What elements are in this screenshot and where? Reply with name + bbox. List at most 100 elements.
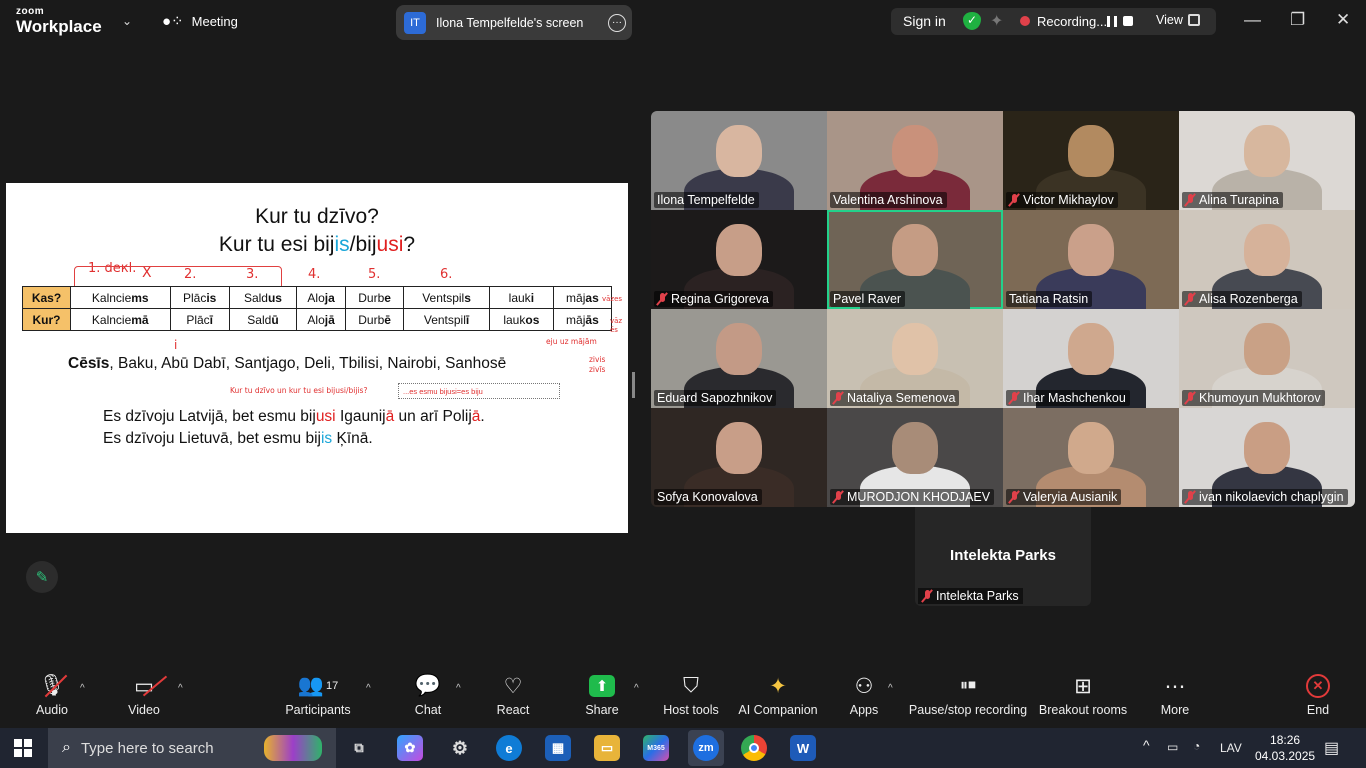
more-button[interactable]: ⋯ More [1156, 669, 1194, 728]
ai-sparkle-icon[interactable]: ✦ [990, 11, 1003, 31]
mic-muted-icon [1185, 490, 1195, 504]
participant-tile[interactable]: Intelekta Parks Intelekta Parks [915, 507, 1091, 606]
title-part: usi [376, 233, 404, 256]
participants-button[interactable]: 👥 17 Participants [282, 669, 354, 728]
participant-tile[interactable]: Alisa Rozenberga [1179, 210, 1355, 309]
search-placeholder: Type here to search [80, 739, 214, 757]
participant-tile[interactable]: Ihar Mashchenkou [1003, 309, 1179, 408]
battery-icon[interactable]: ▭ [1167, 740, 1178, 754]
close-icon[interactable]: ✕ [1336, 10, 1350, 30]
annotation-eju: eju uz mājām [546, 337, 597, 346]
sentence-part: . [480, 408, 485, 425]
mic-muted-icon [1009, 490, 1019, 504]
copilot-icon[interactable]: ✿ [397, 735, 423, 761]
taskbar-clock[interactable]: 18:26 04.03.2025 [1255, 732, 1315, 764]
settings-gear-icon[interactable]: ⚙ [447, 735, 473, 761]
audio-label: Audio [36, 703, 68, 717]
host-tools-button[interactable]: ⛉ Host tools [660, 669, 722, 728]
participant-tile[interactable]: Victor Mikhaylov [1003, 111, 1179, 210]
cell-stem: Sald [247, 312, 272, 327]
annotation-vaz: vāz [610, 317, 623, 325]
breakout-rooms-button[interactable]: ⊞ Breakout rooms [1038, 669, 1128, 728]
participant-tile[interactable]: Regina Grigoreva [651, 210, 827, 309]
annotation-es: ēs [610, 326, 618, 334]
taskbar-search[interactable]: ⌕ Type here to search [48, 728, 336, 768]
participant-tile[interactable]: MURODJON KHODJAEV [827, 408, 1003, 507]
microsoft365-icon[interactable]: M365 [643, 735, 669, 761]
cell-stem: Plāc [186, 312, 210, 327]
video-options-caret-icon[interactable]: ^ [178, 683, 183, 694]
chevron-down-icon[interactable]: ⌄ [122, 14, 132, 28]
meeting-info-button[interactable]: ●⁘ Meeting [162, 12, 238, 30]
language-indicator[interactable]: LAV [1220, 741, 1242, 755]
edge-browser-icon[interactable]: e [496, 735, 522, 761]
participant-tile[interactable]: ivan nikolaevich chaplygin [1179, 408, 1355, 507]
windows-start-icon[interactable] [14, 739, 32, 757]
cell-stem: Sald [243, 290, 268, 305]
tray-chevron-icon[interactable]: ^ [1143, 737, 1150, 753]
participant-tile[interactable]: Valeryia Ausianik [1003, 408, 1179, 507]
ai-companion-button[interactable]: ✦ AI Companion [736, 669, 820, 728]
react-button[interactable]: ♡ React [494, 669, 532, 728]
zoom-taskbar-icon[interactable]: zm [688, 730, 724, 766]
annotation-i: i [174, 338, 178, 352]
apps-caret-icon[interactable]: ^ [888, 683, 893, 694]
participant-tile[interactable]: Ilona Tempelfelde [651, 111, 827, 210]
chat-button[interactable]: 💬 Chat [410, 669, 446, 728]
chrome-icon[interactable] [741, 735, 767, 761]
table-row: Kur? Kalnciemā Plācī Saldū Alojā Durbē Ventsp… [22, 308, 613, 331]
share-caret-icon[interactable]: ^ [634, 683, 639, 694]
notifications-icon[interactable]: ▤ [1324, 738, 1339, 758]
participant-name: Ihar Mashchenkou [1006, 390, 1130, 406]
video-label: Video [128, 703, 160, 717]
participant-tile[interactable]: Tatiana Ratsin [1003, 210, 1179, 309]
participant-tile[interactable]: Alina Turapina [1179, 111, 1355, 210]
participant-video-face [1244, 125, 1290, 177]
share-button[interactable]: ⬆ Share [582, 669, 622, 728]
annotate-pen-icon[interactable]: ✎ [26, 561, 58, 593]
shared-screen-pill[interactable]: IT Ilona Tempelfelde's screen ··· [396, 5, 632, 40]
microsoft-store-icon[interactable]: ▦ [545, 735, 571, 761]
task-view-icon[interactable]: ⧉ [346, 735, 372, 761]
word-icon[interactable]: W [790, 735, 816, 761]
audio-options-caret-icon[interactable]: ^ [80, 683, 85, 694]
video-button[interactable]: ▭ Video [122, 669, 168, 728]
chat-caret-icon[interactable]: ^ [456, 683, 461, 694]
sign-in-button[interactable]: Sign in [903, 13, 946, 29]
pause-recording-icon[interactable] [1107, 16, 1117, 27]
apps-button[interactable]: ⚇ Apps [846, 669, 882, 728]
audio-button[interactable]: 🎙 Audio [30, 669, 74, 728]
table-cell: Ventspilī [403, 308, 490, 331]
participant-name: Sofya Konovalova [654, 489, 762, 505]
breakout-rooms-icon: ⊞ [1074, 674, 1092, 698]
minimize-icon[interactable]: — [1244, 10, 1261, 30]
participant-name-text: Alina Turapina [1199, 193, 1279, 207]
annotation-question: Kur tu dzīvo un kur tu esi bijusi/bijis? [230, 386, 368, 395]
pause-stop-recording-button[interactable]: ⏸⏹ Pause/stop recording [908, 669, 1028, 728]
restore-icon[interactable]: ❐ [1290, 10, 1305, 30]
row-header: Kas? [22, 286, 71, 309]
security-shield-icon[interactable] [963, 12, 981, 30]
participant-video-face [716, 224, 762, 276]
split-view-handle[interactable] [632, 372, 635, 398]
participant-tile[interactable]: Khumoyun Mukhtorov [1179, 309, 1355, 408]
annotation-vazes: vāzes [602, 295, 623, 303]
participant-tile[interactable]: Sofya Konovalova [651, 408, 827, 507]
annotation-textbox[interactable]: ...es esmu bijusi=es biju [398, 383, 560, 399]
participant-tile[interactable]: Valentina Arshinova [827, 111, 1003, 210]
participant-name-text: ivan nikolaevich chaplygin [1199, 490, 1344, 504]
title-part: is [334, 233, 350, 256]
participant-tile[interactable]: Pavel Raver [827, 210, 1003, 309]
network-icon[interactable]: ◔ [1193, 739, 1200, 753]
end-button[interactable]: ✕ End [1300, 669, 1336, 728]
view-grid-icon[interactable] [1188, 14, 1200, 26]
more-options-icon[interactable]: ··· [608, 13, 626, 32]
participant-tile[interactable]: Eduard Sapozhnikov [651, 309, 827, 408]
stop-recording-icon[interactable] [1123, 16, 1133, 26]
table-cell: Aloja [296, 286, 347, 309]
participant-video-face [1244, 323, 1290, 375]
participants-caret-icon[interactable]: ^ [366, 683, 371, 694]
view-button[interactable]: View [1156, 13, 1183, 27]
participant-tile[interactable]: Nataliya Semenova [827, 309, 1003, 408]
file-explorer-icon[interactable]: ▭ [594, 735, 620, 761]
